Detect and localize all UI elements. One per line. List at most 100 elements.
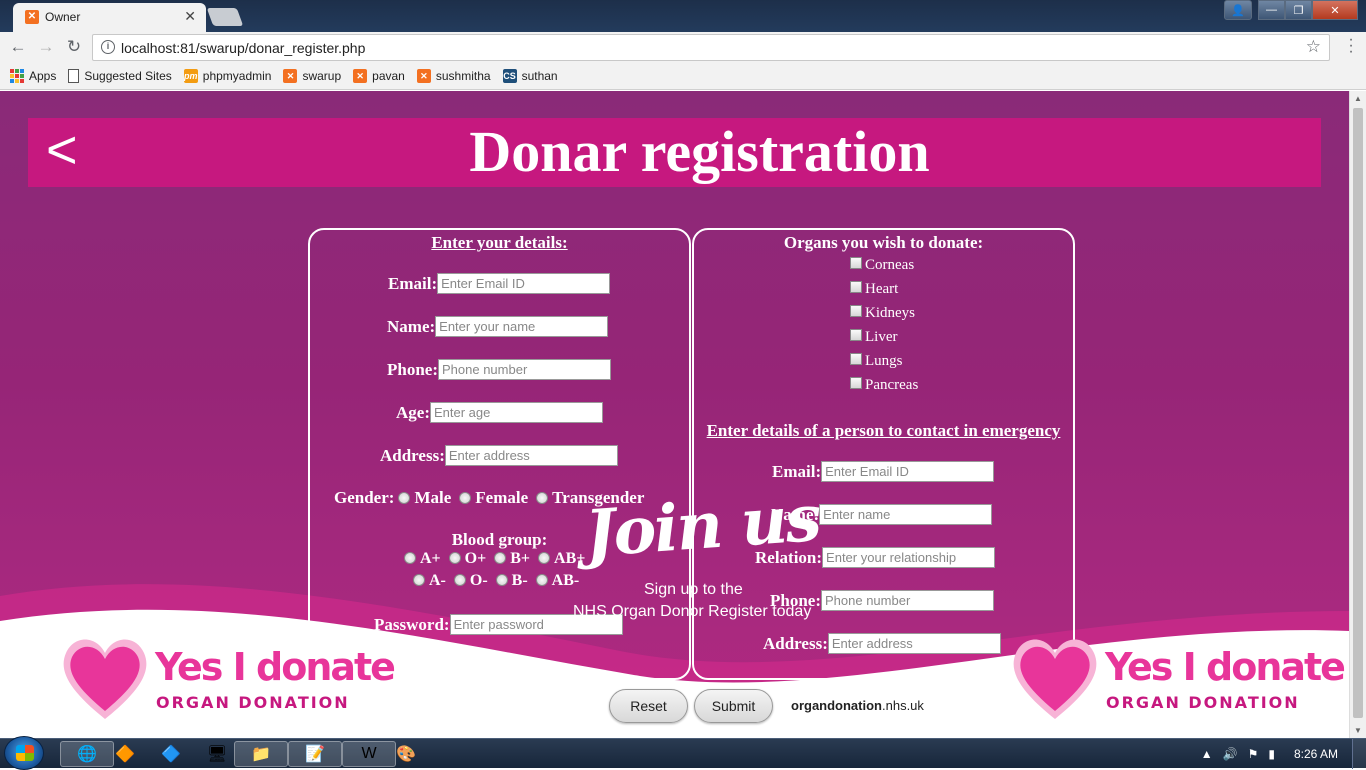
- page-icon: [68, 68, 80, 83]
- email-label: Email:: [388, 273, 438, 293]
- name-row: Name:: [387, 316, 609, 337]
- paint-taskbar-icon[interactable]: 🎨: [386, 741, 426, 767]
- bookmark-suggested-sites[interactable]: Suggested Sites: [68, 68, 172, 83]
- xampp-icon: ✕: [353, 68, 368, 83]
- blood-b-neg-radio[interactable]: B-: [495, 572, 528, 590]
- emergency-phone-input[interactable]: [821, 590, 994, 611]
- emergency-relation-input[interactable]: [822, 547, 996, 568]
- organ-corneas-checkbox[interactable]: Corneas: [850, 257, 914, 274]
- bookmark-sushmitha[interactable]: ✕ sushmitha: [416, 68, 491, 83]
- windows-taskbar: 🌐 🔶 🔷 🖥 📁 📝 W 🎨 ▲ 🔊 ⚑ ▮ 8:26 AM: [0, 736, 1366, 770]
- organ-kidneys-checkbox[interactable]: Kidneys: [850, 305, 915, 322]
- blood-b-pos-radio[interactable]: B+: [494, 550, 530, 568]
- address-input[interactable]: [444, 445, 618, 466]
- emergency-name-input[interactable]: [819, 504, 993, 525]
- age-input[interactable]: [429, 402, 603, 423]
- blood-a-neg-radio[interactable]: A-: [413, 572, 446, 590]
- phone-label: Phone:: [387, 359, 438, 379]
- phpmyadmin-icon: pm: [183, 68, 198, 83]
- url-text[interactable]: localhost:81/swarup/donar_register.php: [121, 40, 365, 56]
- bookmark-label: swarup: [302, 68, 342, 83]
- new-tab-button[interactable]: [206, 8, 244, 26]
- join-us-subtitle-2: NHS Organ Donor Register today: [573, 603, 812, 620]
- form-buttons: Reset Submit: [609, 689, 773, 723]
- organ-liver-checkbox[interactable]: Liver: [850, 329, 897, 346]
- blood-o-pos-radio[interactable]: O+: [448, 550, 486, 568]
- organs-heading: Organs you wish to donate:: [783, 233, 984, 252]
- network-icon[interactable]: ▮: [1268, 747, 1275, 761]
- page-viewport: < Donar registration Enter your details:…: [0, 91, 1349, 738]
- emergency-address-label: Address:: [763, 633, 828, 653]
- clock[interactable]: 8:26 AM: [1294, 747, 1338, 761]
- minimize-button[interactable]: —: [1258, 0, 1285, 20]
- explorer-taskbar-icon[interactable]: 📁: [234, 741, 288, 767]
- cs-icon: CS: [502, 68, 517, 83]
- header-banner: < Donar registration: [28, 118, 1321, 187]
- start-button[interactable]: [4, 736, 44, 770]
- window-controls: 👤 — ❐ ✕: [1224, 0, 1358, 20]
- gender-female-radio[interactable]: Female: [459, 488, 528, 508]
- emergency-address-row: Address:: [763, 633, 1001, 654]
- emergency-email-input[interactable]: [821, 461, 995, 482]
- blood-ab-neg-radio[interactable]: AB-: [535, 572, 579, 590]
- tab-close-icon[interactable]: ✕: [184, 8, 196, 25]
- blood-row-1: A+ O+ B+ AB+: [404, 550, 593, 568]
- organ-pancreas-checkbox[interactable]: Pancreas: [850, 377, 918, 394]
- forward-arrow-icon[interactable]: →: [36, 37, 56, 57]
- page-scrollbar[interactable]: ▲ ▼: [1349, 91, 1366, 738]
- organ-lungs-checkbox[interactable]: Lungs: [850, 353, 903, 370]
- show-desktop-button[interactable]: [1352, 739, 1366, 769]
- xampp-icon: ✕: [416, 68, 431, 83]
- browser-tab[interactable]: ✕ Owner ✕: [13, 3, 206, 32]
- blood-o-neg-radio[interactable]: O-: [453, 572, 488, 590]
- apps-grid-icon: [10, 68, 24, 83]
- scrollbar-thumb[interactable]: [1353, 108, 1363, 718]
- email-input[interactable]: [437, 273, 611, 294]
- bookmark-phpmyadmin[interactable]: pm phpmyadmin: [183, 68, 272, 83]
- submit-button[interactable]: Submit: [694, 689, 773, 723]
- bookmark-label: phpmyadmin: [202, 68, 272, 83]
- emergency-email-row: Email:: [772, 461, 995, 482]
- bookmark-apps[interactable]: Apps: [10, 68, 56, 83]
- blood-ab-pos-radio[interactable]: AB+: [538, 550, 585, 568]
- back-arrow-icon[interactable]: ←: [8, 37, 28, 57]
- scroll-down-icon[interactable]: ▼: [1354, 726, 1362, 735]
- emergency-address-input[interactable]: [827, 633, 1001, 654]
- close-window-button[interactable]: ✕: [1312, 0, 1358, 20]
- scroll-up-icon[interactable]: ▲: [1354, 94, 1362, 103]
- bookmark-pavan[interactable]: ✕ pavan: [353, 68, 405, 83]
- phone-input[interactable]: [438, 359, 611, 380]
- app-taskbar-icon[interactable]: 🔷: [146, 741, 196, 767]
- organ-heart-checkbox[interactable]: Heart: [850, 281, 898, 298]
- phone-row: Phone:: [387, 359, 611, 380]
- browser-toolbar: ← → ↻ i localhost:81/swarup/donar_regist…: [0, 32, 1366, 62]
- bookmark-swarup[interactable]: ✕ swarup: [283, 68, 342, 83]
- menu-dots-icon[interactable]: · · ·: [1348, 32, 1354, 60]
- vlc-taskbar-icon[interactable]: 🔶: [100, 741, 150, 767]
- notepad-taskbar-icon[interactable]: 📝: [288, 741, 342, 767]
- user-icon[interactable]: 👤: [1224, 0, 1252, 20]
- address-bar[interactable]: i localhost:81/swarup/donar_register.php…: [92, 34, 1330, 61]
- reset-button[interactable]: Reset: [609, 689, 688, 723]
- heart-icon: [1013, 639, 1097, 719]
- reload-icon[interactable]: ↻: [64, 37, 84, 57]
- tray-expand-icon[interactable]: ▲: [1201, 747, 1213, 761]
- name-input[interactable]: [435, 316, 609, 337]
- page-title: Donar registration: [469, 119, 930, 184]
- address-label: Address:: [380, 445, 445, 465]
- action-center-icon[interactable]: ⚑: [1248, 747, 1259, 761]
- volume-icon[interactable]: 🔊: [1223, 747, 1238, 761]
- bookmark-suthan[interactable]: CS suthan: [502, 68, 558, 83]
- email-row: Email:: [388, 273, 611, 294]
- tab-title: Owner: [45, 10, 81, 24]
- bookmark-label: suthan: [521, 68, 558, 83]
- logo-subtext: ORGAN DONATION: [1106, 693, 1300, 712]
- address-row: Address:: [380, 445, 618, 466]
- system-tray: ▲ 🔊 ⚑ ▮ 8:26 AM: [1196, 739, 1366, 769]
- gender-male-radio[interactable]: Male: [398, 488, 451, 508]
- blood-a-pos-radio[interactable]: A+: [404, 550, 441, 568]
- bookmark-star-icon[interactable]: ☆: [1306, 37, 1321, 57]
- maximize-button[interactable]: ❐: [1285, 0, 1312, 20]
- bookmarks-bar: Apps Suggested Sites pm phpmyadmin ✕ swa…: [0, 62, 1366, 90]
- info-icon[interactable]: i: [101, 40, 115, 54]
